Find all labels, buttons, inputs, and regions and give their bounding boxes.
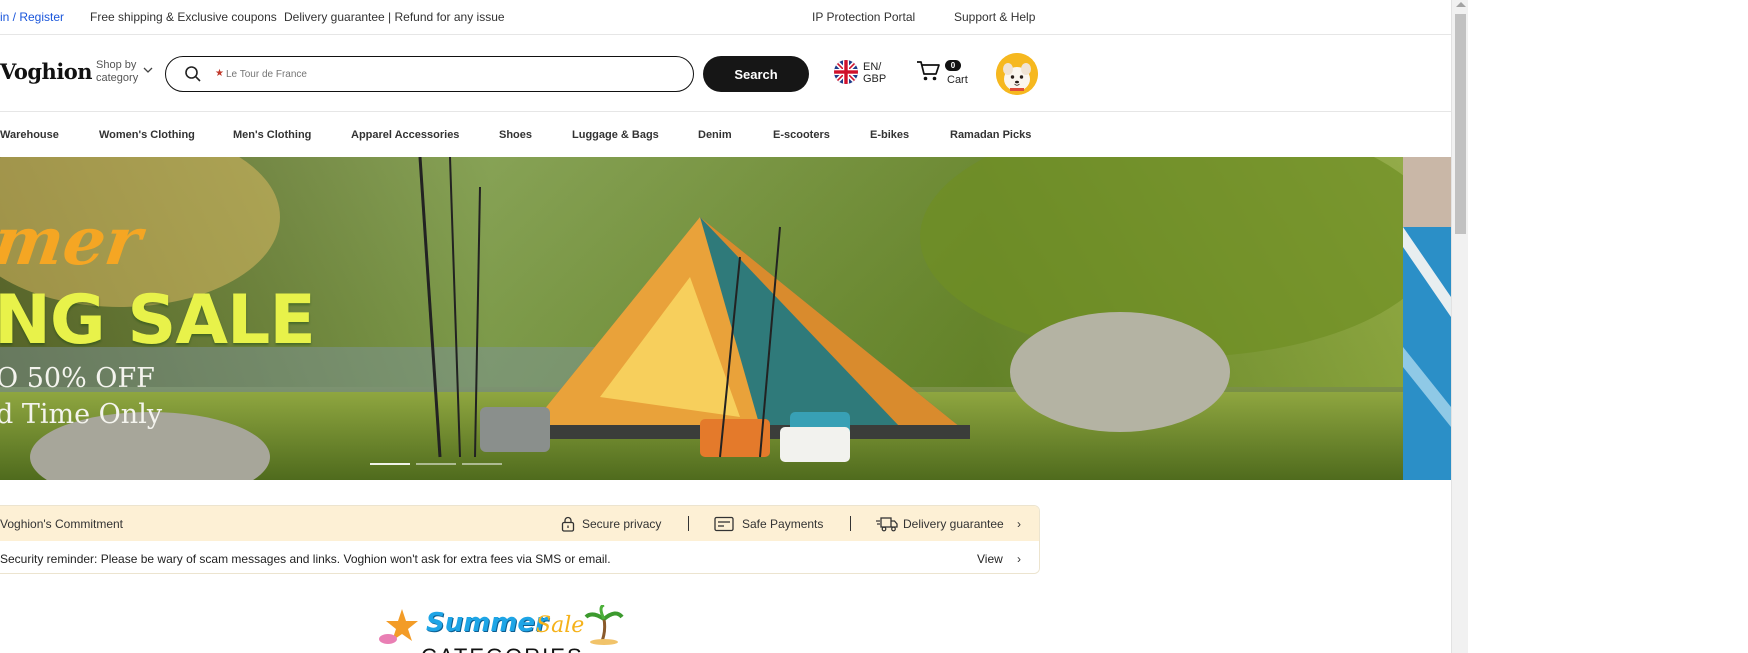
support-help-link[interactable]: Support & Help (954, 10, 1035, 24)
hero-banner[interactable]: mer NG SALE O 50% OFF d Time Only (0, 157, 1403, 480)
free-shipping-link[interactable]: Free shipping & Exclusive coupons (90, 10, 277, 24)
starfish-shell-icon (379, 609, 418, 644)
banner-offer: O 50% OFF (0, 363, 155, 394)
scroll-thumb[interactable] (1455, 14, 1466, 234)
search-input[interactable] (226, 65, 666, 83)
security-reminder-bar: Security reminder: Please be wary of sca… (0, 541, 1039, 573)
page-scrollbar[interactable] (1451, 0, 1468, 653)
safe-payments-item[interactable]: Safe Payments (742, 517, 823, 531)
chevron-right-icon[interactable]: › (1017, 552, 1021, 566)
view-link[interactable]: View (977, 552, 1003, 566)
scroll-up-arrow-icon[interactable] (1456, 2, 1466, 7)
nav-item-apparel-accessories[interactable]: Apparel Accessories (351, 129, 459, 141)
nav-item-womens-clothing[interactable]: Women's Clothing (99, 129, 195, 141)
summer-title: Summer (426, 608, 548, 638)
palm-tree-icon (584, 605, 624, 645)
divider (688, 516, 689, 531)
nav-item-e-scooters[interactable]: E-scooters (773, 129, 830, 141)
cart-count-badge: 0 (945, 60, 961, 71)
card-payment-icon (714, 516, 734, 532)
shop-by-category-label: category (96, 72, 139, 84)
top-utility-bar: in / Register Free shipping & Exclusive … (0, 0, 1451, 35)
nav-item-denim[interactable]: Denim (698, 129, 732, 141)
signin-register-link[interactable]: in / Register (0, 10, 64, 24)
site-logo[interactable]: Voghion (0, 59, 93, 84)
site-header: Voghion Shop by category ★ Search EN/ GB… (0, 35, 1451, 112)
delivery-guarantee-item[interactable]: Delivery guarantee (903, 517, 1004, 531)
cart-icon[interactable] (916, 59, 942, 83)
nav-item-mens-clothing[interactable]: Men's Clothing (233, 129, 311, 141)
next-banner-preview[interactable] (1403, 157, 1451, 480)
banner-headline: NG SALE (0, 281, 316, 360)
carousel-indicators[interactable] (370, 463, 510, 466)
commitment-bar: Voghion's Commitment Secure privacy Safe… (0, 506, 1039, 541)
language-label: EN/ (863, 61, 882, 73)
cart-label[interactable]: Cart (947, 74, 968, 86)
nav-item-warehouse[interactable]: Warehouse (0, 129, 59, 141)
bicycle-icon: ★ (215, 68, 224, 79)
shop-by-category-button[interactable]: Shop by category (96, 59, 138, 85)
lock-icon (561, 516, 575, 532)
language-currency-selector[interactable]: EN/ GBP (863, 61, 886, 85)
chevron-down-icon[interactable] (143, 65, 153, 75)
chevron-right-icon[interactable]: › (1017, 517, 1021, 531)
search-button[interactable]: Search (703, 56, 809, 92)
category-nav: Warehouse Women's Clothing Men's Clothin… (0, 112, 1451, 157)
nav-item-luggage-bags[interactable]: Luggage & Bags (572, 129, 659, 141)
security-reminder-text: Security reminder: Please be wary of sca… (0, 552, 611, 566)
search-icon (185, 66, 201, 82)
sale-title: Sale (536, 613, 585, 638)
secure-privacy-item[interactable]: Secure privacy (582, 517, 661, 531)
commitment-title: Voghion's Commitment (0, 517, 124, 531)
uk-flag-icon[interactable] (834, 60, 858, 84)
categories-heading: CATEGORIES (421, 644, 584, 653)
currency-label: GBP (863, 73, 887, 85)
shop-by-label: Shop by (96, 59, 137, 71)
nav-item-ramadan-picks[interactable]: Ramadan Picks (950, 129, 1031, 141)
nav-item-e-bikes[interactable]: E-bikes (870, 129, 909, 141)
pool-image (1403, 157, 1451, 480)
avatar[interactable] (996, 53, 1038, 95)
nav-item-shoes[interactable]: Shoes (499, 129, 532, 141)
divider (850, 516, 851, 531)
commitment-panel: Voghion's Commitment Secure privacy Safe… (0, 505, 1040, 574)
delivery-guarantee-link[interactable]: Delivery guarantee | Refund for any issu… (284, 10, 505, 24)
delivery-truck-icon (876, 517, 898, 532)
ip-protection-link[interactable]: IP Protection Portal (812, 10, 915, 24)
banner-script-text: mer (0, 202, 147, 280)
banner-limited-time: d Time Only (0, 399, 163, 430)
search-box[interactable]: ★ (165, 56, 694, 92)
